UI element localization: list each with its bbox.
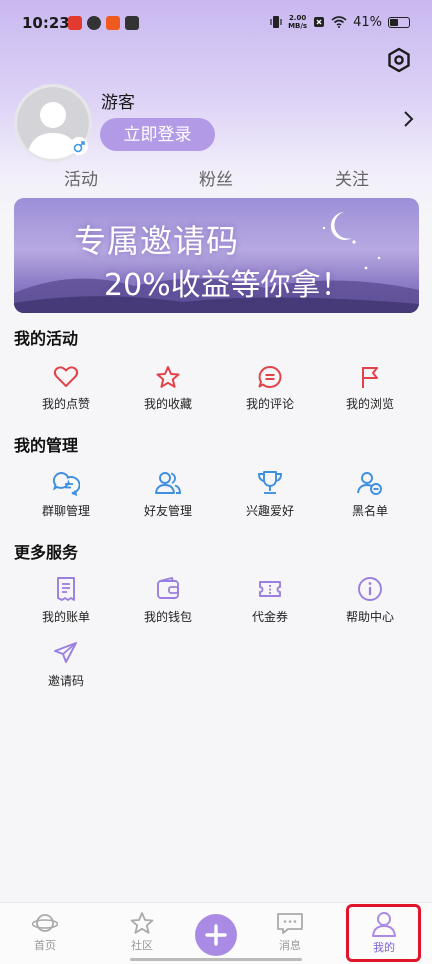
create-post-button[interactable] [195, 914, 237, 956]
notification-icons [68, 16, 139, 30]
wallet-icon [157, 576, 179, 599]
menu-item-coupons[interactable]: 代金券 [218, 576, 322, 636]
menu-item-wallet[interactable]: 我的钱包 [116, 576, 220, 636]
bill-icon [57, 577, 75, 601]
menu-item-history[interactable]: 我的浏览 [318, 365, 422, 425]
star-icon [156, 366, 180, 388]
planet-icon [32, 914, 58, 932]
menu-item-group-chat[interactable]: 群聊管理 [14, 470, 118, 530]
battery-icon [388, 16, 410, 28]
stat-followers[interactable]: 粉丝 [176, 165, 256, 190]
menu-item-help[interactable]: 帮助中心 [318, 576, 422, 636]
group-chat-icon [52, 472, 80, 496]
username: 游客 [101, 93, 135, 113]
banner-subtitle: 20%收益等你拿！ [104, 268, 351, 303]
chevron-right-icon[interactable] [400, 108, 416, 130]
profile-stats: 活动 粉丝 关注 [0, 165, 432, 193]
plus-icon [205, 924, 227, 946]
section-title-activity: 我的活动 [14, 329, 79, 348]
banner-title: 专属邀请码 [74, 222, 240, 260]
mail-notification-icon [125, 16, 139, 30]
flag-icon [362, 367, 378, 388]
message-icon [277, 913, 303, 934]
heart-icon [53, 366, 79, 387]
status-bar: 10:23 2.00 MB/s 41% [0, 0, 432, 50]
menu-item-friends[interactable]: 好友管理 [116, 470, 220, 530]
app-notification-icon [106, 16, 120, 30]
status-time: 10:23 [22, 14, 70, 32]
menu-item-likes[interactable]: 我的点赞 [14, 365, 118, 425]
star-icon [130, 912, 154, 934]
stat-following[interactable]: 关注 [312, 165, 392, 190]
trophy-icon [258, 471, 282, 494]
nav-item-home[interactable]: 首页 [2, 903, 88, 964]
highlight-box [346, 904, 421, 962]
section-title-management: 我的管理 [14, 436, 79, 455]
menu-item-comments[interactable]: 我的评论 [218, 365, 322, 425]
comment-icon [258, 366, 282, 388]
menu-item-favorites[interactable]: 我的收藏 [116, 365, 220, 425]
menu-item-blacklist[interactable]: 黑名单 [318, 470, 422, 530]
section-title-services: 更多服务 [14, 543, 79, 562]
battery-percent: 41% [353, 14, 382, 30]
home-indicator [130, 958, 302, 961]
friends-icon [155, 472, 181, 494]
settings-icon[interactable] [386, 47, 412, 73]
wifi-icon [331, 16, 347, 28]
menu-item-invite-code[interactable]: 邀请码 [14, 640, 118, 700]
nav-item-community[interactable]: 社区 [99, 903, 185, 964]
app-notification-icon [87, 16, 101, 30]
app-notification-icon [68, 16, 82, 30]
coupon-icon [259, 581, 281, 597]
nav-item-messages[interactable]: 消息 [247, 903, 333, 964]
menu-item-bills[interactable]: 我的账单 [14, 576, 118, 636]
login-button[interactable]: 立即登录 [100, 118, 215, 151]
blocked-user-icon [357, 472, 382, 495]
status-indicators: 2.00 MB/s 41% [270, 14, 410, 30]
stat-activity[interactable]: 活动 [41, 165, 121, 190]
network-speed: 2.00 MB/s [288, 14, 308, 30]
no-sim-icon [314, 17, 325, 27]
send-icon [54, 642, 77, 663]
menu-item-interests[interactable]: 兴趣爱好 [218, 470, 322, 530]
vibrate-icon [270, 16, 282, 28]
male-gender-icon [70, 137, 88, 155]
help-icon [358, 577, 382, 601]
moon-icon [330, 212, 352, 240]
invite-banner[interactable]: 专属邀请码 20%收益等你拿！ [14, 198, 419, 313]
